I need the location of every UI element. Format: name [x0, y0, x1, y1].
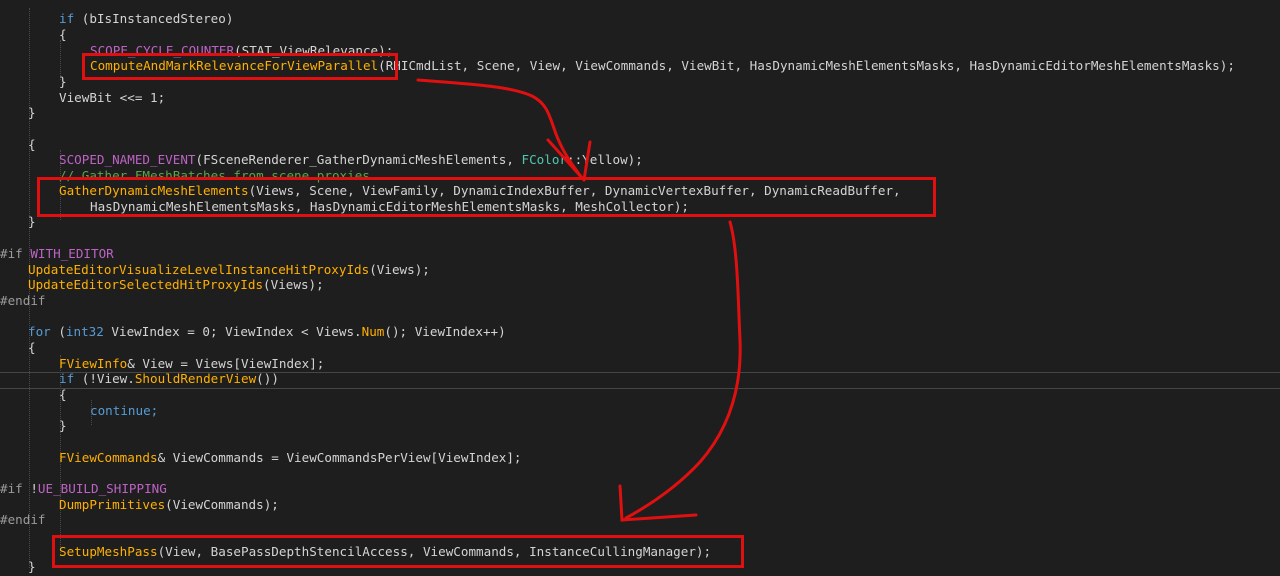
code-line[interactable]: }	[28, 559, 36, 575]
code-text: !	[22, 481, 38, 496]
type-name: FViewCommands	[59, 450, 158, 465]
code-line[interactable]: }	[28, 214, 36, 230]
code-text: (bIsInstancedStereo)	[74, 11, 234, 26]
preprocessor: #if	[0, 481, 23, 496]
keyword: for	[28, 324, 51, 339]
brace: }	[59, 418, 67, 433]
code-text: & ViewCommands = ViewCommandsPerView[Vie…	[157, 450, 522, 465]
code-line[interactable]: #if WITH_EDITOR	[0, 246, 114, 262]
code-text: (!View.	[74, 371, 135, 386]
keyword: int32	[65, 324, 104, 339]
code-line[interactable]: if (bIsInstancedStereo)	[59, 11, 233, 27]
code-text: (	[50, 324, 66, 339]
code-text: (ViewCommands);	[165, 497, 279, 512]
annotation-box-setup-mesh-pass	[52, 535, 744, 568]
annotation-box-compute-relevance	[82, 53, 398, 80]
code-line[interactable]: }	[59, 418, 67, 434]
code-line[interactable]: }	[59, 74, 67, 90]
code-line[interactable]: {	[28, 340, 36, 356]
type-name: FViewInfo	[59, 356, 128, 371]
brace: }	[59, 74, 67, 89]
brace: {	[59, 27, 67, 42]
code-text: (Views);	[369, 262, 430, 277]
code-line[interactable]: DumpPrimitives(ViewCommands);	[59, 497, 279, 513]
function-name: DumpPrimitives	[59, 497, 166, 512]
code-line[interactable]: if (!View.ShouldRenderView())	[59, 371, 279, 387]
code-line[interactable]: #endif	[0, 293, 46, 309]
code-line[interactable]: {	[28, 137, 36, 153]
code-text: ViewBit <<= 1;	[59, 90, 166, 105]
keyword: if	[59, 371, 75, 386]
code-editor[interactable]: if (bIsInstancedStereo) { SCOPE_CYCLE_CO…	[0, 0, 1280, 576]
code-line[interactable]: SCOPED_NAMED_EVENT(FSceneRenderer_Gather…	[59, 152, 643, 168]
code-text: (Views);	[263, 277, 324, 292]
code-text: ::Yellow);	[567, 152, 643, 167]
code-text: (FSceneRenderer_GatherDynamicMeshElement…	[195, 152, 522, 167]
function-name: Num	[361, 324, 385, 339]
code-line[interactable]: {	[59, 387, 67, 403]
annotation-arrowhead	[618, 484, 698, 522]
code-line[interactable]: {	[59, 27, 67, 43]
code-line[interactable]: #endif	[0, 512, 46, 528]
type-name: FColor	[521, 152, 568, 167]
macro: WITH_EDITOR	[30, 246, 114, 261]
brace: {	[59, 387, 67, 402]
code-line[interactable]: }	[28, 105, 36, 121]
code-line[interactable]: ViewBit <<= 1;	[59, 90, 165, 106]
function-name: ShouldRenderView	[134, 371, 257, 386]
preprocessor: #endif	[0, 512, 46, 527]
preprocessor: #if	[0, 246, 23, 261]
keyword: continue;	[90, 403, 159, 418]
code-line[interactable]: UpdateEditorSelectedHitProxyIds(Views);	[28, 277, 324, 293]
preprocessor: #endif	[0, 293, 46, 308]
annotation-arrow	[624, 220, 742, 520]
brace: {	[28, 137, 36, 152]
code-line[interactable]: UpdateEditorVisualizeLevelInstanceHitPro…	[28, 262, 430, 278]
code-line[interactable]: FViewCommands& ViewCommands = ViewComman…	[59, 450, 522, 466]
code-text: (); ViewIndex++)	[384, 324, 506, 339]
code-text: (RHICmdList, Scene, View, ViewCommands, …	[378, 58, 1235, 73]
code-line[interactable]: for (int32 ViewIndex = 0; ViewIndex < Vi…	[28, 324, 506, 340]
keyword: if	[59, 11, 75, 26]
brace: }	[28, 105, 36, 120]
code-text: ViewIndex = 0; ViewIndex < Views.	[103, 324, 362, 339]
brace: {	[28, 340, 36, 355]
function-name: UpdateEditorSelectedHitProxyIds	[28, 277, 264, 292]
code-line[interactable]: continue;	[90, 403, 158, 419]
brace: }	[28, 214, 36, 229]
macro: SCOPED_NAMED_EVENT	[59, 152, 196, 167]
brace: }	[28, 559, 36, 574]
code-line[interactable]: #if !UE_BUILD_SHIPPING	[0, 481, 167, 497]
code-text: & View = Views[ViewIndex];	[127, 356, 325, 371]
code-text: ())	[256, 371, 279, 386]
annotation-box-gather-dynamic-mesh	[37, 177, 936, 217]
macro: UE_BUILD_SHIPPING	[37, 481, 167, 496]
function-name: UpdateEditorVisualizeLevelInstanceHitPro…	[28, 262, 370, 277]
code-line[interactable]: FViewInfo& View = Views[ViewIndex];	[59, 356, 324, 372]
